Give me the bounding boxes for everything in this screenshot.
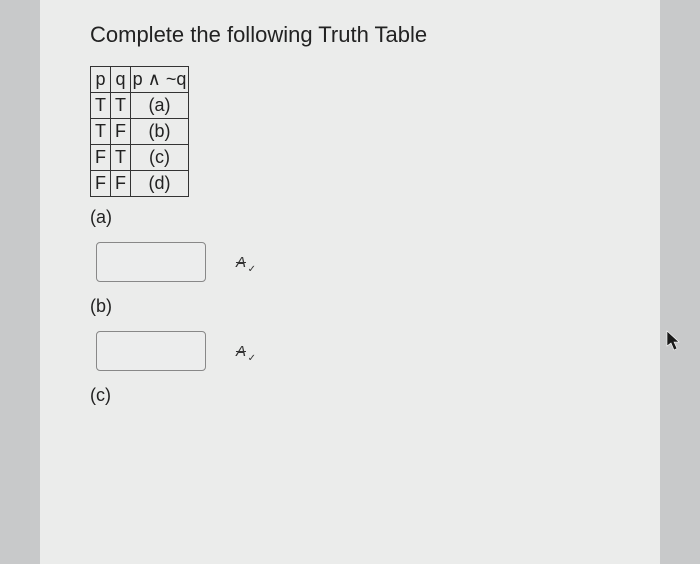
cell-q: T — [111, 93, 131, 119]
header-expr: p ∧ ~q — [131, 67, 189, 93]
table-row: T F (b) — [91, 119, 189, 145]
cursor-icon — [666, 330, 682, 352]
cell-ans: (c) — [131, 145, 189, 171]
answer-c-label: (c) — [90, 385, 620, 406]
cell-p: T — [91, 93, 111, 119]
table-row: F T (c) — [91, 145, 189, 171]
cell-ans: (b) — [131, 119, 189, 145]
format-check-icon[interactable]: A ✓ — [230, 251, 252, 273]
truth-table: p q p ∧ ~q T T (a) T F (b) F T (c) F F (… — [90, 66, 189, 197]
answer-b-input[interactable] — [96, 331, 206, 371]
table-row: F F (d) — [91, 171, 189, 197]
answer-a-row: A ✓ — [96, 242, 620, 282]
answer-a-label: (a) — [90, 207, 620, 228]
cell-p: F — [91, 145, 111, 171]
answer-a-input[interactable] — [96, 242, 206, 282]
format-check-icon[interactable]: A ✓ — [230, 340, 252, 362]
cell-ans: (a) — [131, 93, 189, 119]
question-title: Complete the following Truth Table — [90, 22, 620, 48]
answer-b-row: A ✓ — [96, 331, 620, 371]
cell-q: F — [111, 119, 131, 145]
table-header-row: p q p ∧ ~q — [91, 67, 189, 93]
cell-ans: (d) — [131, 171, 189, 197]
cell-p: F — [91, 171, 111, 197]
cell-q: F — [111, 171, 131, 197]
header-p: p — [91, 67, 111, 93]
answer-b-label: (b) — [90, 296, 620, 317]
cell-q: T — [111, 145, 131, 171]
header-q: q — [111, 67, 131, 93]
cell-p: T — [91, 119, 111, 145]
question-page: Complete the following Truth Table p q p… — [40, 0, 660, 564]
table-row: T T (a) — [91, 93, 189, 119]
